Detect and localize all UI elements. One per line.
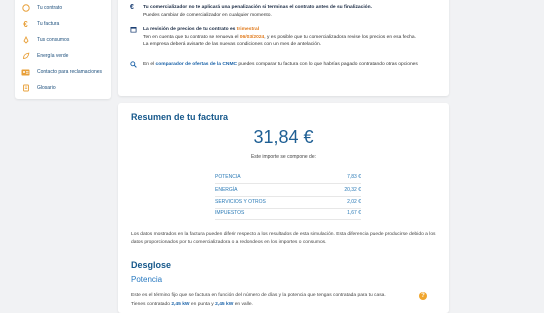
contracted-power: Tienes contratado 2,45 kW en punta y 2,4… — [131, 302, 431, 307]
sidebar-item-label: Energía verde — [37, 53, 69, 59]
row-label: IMPUESTOS — [215, 210, 245, 216]
row-value: 20,32 € — [344, 187, 361, 193]
penalty-text: Puedes cambiar de comercializador en cua… — [143, 12, 272, 18]
contracted-punta: 2,45 kW — [171, 302, 190, 307]
row-label: SERVICIOS Y OTROS — [215, 199, 266, 205]
row-value: 1,67 € — [347, 210, 361, 216]
contracted-suffix: en valle. — [234, 302, 253, 307]
sidebar-item-tus-consumos[interactable]: Tus consumos — [21, 34, 69, 46]
contracted-valle: 2,45 kW — [215, 302, 234, 307]
summary-disclaimer: Los datos mostrados en la factura pueden… — [131, 232, 436, 245]
glossary-icon — [21, 84, 30, 93]
summary-row-potencia: POTENCIA 7,83 € — [215, 171, 361, 184]
row-label: POTENCIA — [215, 174, 241, 180]
search-icon — [130, 61, 137, 70]
sidebar-item-glosario[interactable]: Glosario — [21, 82, 56, 94]
contract-info-card: € Tu comercializador no te aplicará una … — [118, 0, 449, 96]
penalty-title: Tu comercializador no te aplicará una pe… — [143, 5, 373, 10]
sidebar-item-label: Tus consumos — [37, 37, 70, 43]
contract-icon — [21, 4, 30, 13]
row-value: 2,02 € — [347, 199, 361, 205]
sidebar-item-contacto[interactable]: Contacto para reclamaciones — [21, 66, 102, 78]
compare-info: En el comparador de ofertas de la CNMC p… — [130, 61, 440, 70]
help-icon[interactable]: ? — [419, 292, 427, 300]
sidebar-item-tu-factura[interactable]: € Tu factura — [21, 18, 59, 30]
sidebar-nav: Tu contrato € Tu factura Tus consumos En… — [15, 0, 111, 99]
compare-suffix: puedes comparar tu factura con lo que ha… — [238, 62, 418, 67]
review-text-suffix: , y es posible que tu comercializadora r… — [264, 34, 416, 40]
sidebar-item-label: Tu factura — [37, 21, 60, 27]
euro-icon: € — [23, 19, 28, 29]
sidebar-item-energia-verde[interactable]: Energía verde — [21, 50, 68, 62]
contracted-prefix: Tienes contratado — [131, 302, 170, 307]
sidebar-item-label: Contacto para reclamaciones — [37, 69, 103, 75]
contact-card-icon — [21, 68, 30, 77]
euro-icon: € — [130, 4, 134, 11]
review-period: trimestral — [236, 27, 260, 32]
summary-title: Resumen de tu factura — [131, 112, 229, 122]
desglose-title: Desglose — [131, 260, 172, 270]
consumption-icon — [21, 36, 30, 45]
price-review-info: La revisión de precios de tu contrato es… — [130, 26, 440, 49]
calendar-icon — [130, 26, 137, 49]
review-date: 06/03/2024 — [239, 34, 265, 40]
cnmc-comparator-link[interactable]: comparador de ofertas de la CNMC — [156, 62, 238, 67]
sidebar-item-tu-contrato[interactable]: Tu contrato — [21, 2, 62, 14]
review-title: La revisión de precios de tu contrato es — [143, 27, 236, 32]
invoice-total: 31,84 € — [253, 127, 314, 147]
sidebar-item-label: Glosario — [37, 85, 56, 91]
contracted-mid: en punta y — [190, 302, 214, 307]
review-notice: La empresa deberá avisarte de las nuevas… — [143, 42, 322, 48]
row-value: 7,83 € — [347, 174, 361, 180]
summary-row-impuestos: IMPUESTOS 1,67 € — [215, 207, 361, 220]
sidebar-item-label: Tu contrato — [37, 5, 63, 11]
potencia-title: Potencia — [131, 275, 163, 284]
potencia-text: Este es el término fijo que se factura e… — [131, 293, 386, 298]
leaf-icon — [21, 52, 30, 61]
review-text-prefix: Ten en cuenta que tu contrato se renueva… — [143, 34, 239, 40]
compare-prefix: En el — [143, 62, 155, 67]
invoice-summary-card: Resumen de tu factura 31,84 € Este impor… — [118, 103, 449, 313]
penalty-info: € Tu comercializador no te aplicará una … — [130, 4, 440, 19]
row-label: ENERGÍA — [215, 187, 238, 193]
summary-subtitle: Este importe se compone de: — [250, 154, 317, 160]
